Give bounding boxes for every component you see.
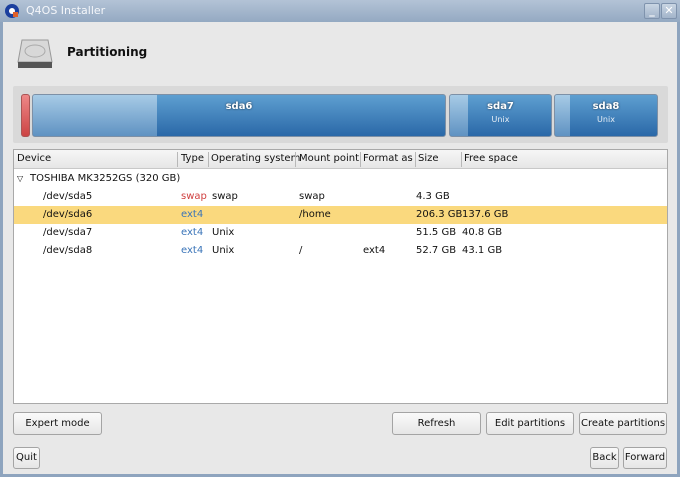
disk-name: TOSHIBA MK3252GS (320 GB)	[30, 173, 181, 184]
partition-block-sda8[interactable]: sda8 Unix	[554, 94, 658, 137]
cell-mount: /	[299, 245, 303, 256]
cell-free: 137.6 GB	[462, 209, 509, 220]
cell-format: ext4	[363, 245, 386, 256]
window-title: Q4OS Installer	[26, 4, 106, 17]
page-title: Partitioning	[67, 45, 148, 59]
cell-type: ext4	[181, 227, 204, 238]
cell-os: Unix	[212, 227, 235, 238]
table-header: Device Type Operating system Mount point…	[14, 150, 667, 169]
partition-name: sda7	[487, 101, 514, 112]
column-type[interactable]: Type	[181, 153, 204, 164]
partition-os: Unix	[491, 115, 510, 124]
cell-size: 206.3 GB	[416, 209, 463, 220]
cell-size: 51.5 GB	[416, 227, 457, 238]
cell-size: 4.3 GB	[416, 191, 450, 202]
cell-os: Unix	[212, 245, 235, 256]
cell-mount: swap	[299, 191, 325, 202]
cell-os: swap	[212, 191, 238, 202]
cell-device: /dev/sda6	[43, 209, 93, 220]
column-size[interactable]: Size	[418, 153, 439, 164]
cell-device: /dev/sda8	[43, 245, 93, 256]
column-mount[interactable]: Mount point	[299, 153, 359, 164]
collapse-triangle-icon[interactable]: ▽	[17, 174, 23, 183]
cell-free: 43.1 GB	[462, 245, 503, 256]
table-row[interactable]: /dev/sda8 ext4 Unix / ext4 52.7 GB 43.1 GB	[14, 242, 667, 260]
expert-mode-button[interactable]: Expert mode	[13, 412, 102, 435]
cell-type: swap	[181, 191, 207, 202]
cell-size: 52.7 GB	[416, 245, 457, 256]
refresh-button[interactable]: Refresh	[392, 412, 481, 435]
edit-partitions-button[interactable]: Edit partitions	[486, 412, 574, 435]
partition-os: Unix	[597, 115, 615, 124]
table-row[interactable]: /dev/sda6 ext4/home 206.3 GB 137.6 GB	[14, 206, 667, 224]
partition-name: sda6	[225, 101, 253, 112]
q4os-logo-icon	[5, 4, 19, 18]
forward-button[interactable]: Forward	[623, 447, 667, 469]
title-bar: Q4OS Installer _ ✕	[0, 0, 680, 22]
cell-device: /dev/sda7	[43, 227, 93, 238]
partition-block-sda6[interactable]: sda6	[32, 94, 446, 137]
cell-type: ext4	[181, 209, 204, 220]
cell-mount: /home	[299, 209, 331, 220]
cell-free: 40.8 GB	[462, 227, 503, 238]
partition-block-sda7[interactable]: sda7 Unix	[449, 94, 552, 137]
disk-row[interactable]: ▽ TOSHIBA MK3252GS (320 GB)	[14, 170, 667, 188]
close-button[interactable]: ✕	[661, 3, 677, 19]
minimize-button[interactable]: _	[644, 3, 660, 19]
column-device[interactable]: Device	[17, 153, 51, 164]
table-row[interactable]: /dev/sda5 swap swap swap 4.3 GB	[14, 188, 667, 206]
hard-disk-icon	[17, 39, 53, 68]
cell-device: /dev/sda5	[43, 191, 93, 202]
create-partitions-button[interactable]: Create partitions	[579, 412, 667, 435]
table-row[interactable]: /dev/sda7 ext4 Unix 51.5 GB 40.8 GB	[14, 224, 667, 242]
partition-block-sda5-swap[interactable]	[21, 94, 30, 137]
column-format[interactable]: Format as	[363, 153, 413, 164]
quit-button[interactable]: Quit	[13, 447, 40, 469]
partition-table[interactable]: Device Type Operating system Mount point…	[13, 149, 668, 404]
partition-name: sda8	[592, 101, 620, 112]
column-os[interactable]: Operating system	[211, 153, 300, 164]
cell-type: ext4	[181, 245, 204, 256]
column-free[interactable]: Free space	[464, 153, 518, 164]
back-button[interactable]: Back	[590, 447, 619, 469]
